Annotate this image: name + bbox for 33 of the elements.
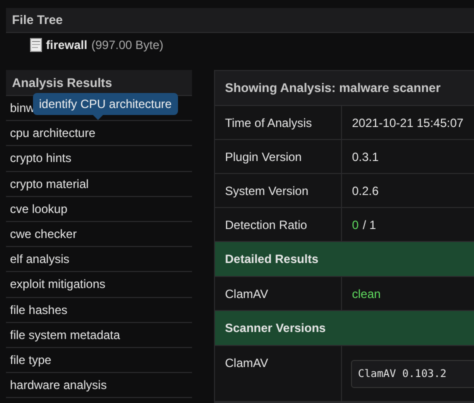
- detection-count: 0: [352, 218, 359, 232]
- detection-total: / 1: [362, 218, 376, 232]
- row-label: Time of Analysis: [215, 106, 342, 139]
- panel-header: Showing Analysis: malware scanner: [215, 71, 474, 106]
- analysis-item[interactable]: hardware analysis: [6, 373, 192, 398]
- tooltip-arrow: [93, 115, 103, 120]
- analysis-item[interactable]: elf analysis: [6, 247, 192, 272]
- panel-header: Analysis Results: [6, 70, 192, 96]
- row-value: 0.3.1: [351, 148, 380, 166]
- section-header: Detailed Results: [215, 242, 474, 277]
- analysis-item[interactable]: cve lookup: [6, 196, 192, 222]
- version-code: ClamAV 0.103.2: [351, 360, 474, 388]
- analysis-item[interactable]: cwe checker: [6, 222, 192, 248]
- analysis-item[interactable]: crypto hints: [6, 146, 192, 172]
- file-icon: [30, 38, 42, 52]
- file-size: (997.00 Byte): [91, 38, 164, 52]
- row-label: Detection Ratio: [215, 208, 342, 241]
- row-label: System Version: [215, 174, 342, 207]
- row-value: 0.2.6: [351, 182, 380, 200]
- panel-header: File Tree: [6, 8, 474, 33]
- analysis-item[interactable]: cpu architecture: [6, 121, 192, 146]
- section-header: Scanner Versions: [215, 311, 474, 346]
- row-label: Plugin Version: [215, 140, 342, 173]
- file-name[interactable]: firewall: [46, 38, 88, 52]
- analysis-item[interactable]: file system metadata: [6, 322, 192, 348]
- scan-result: clean: [351, 286, 382, 302]
- analysis-item[interactable]: file hashes: [6, 298, 192, 323]
- row-label: ClamAV: [215, 346, 342, 401]
- analysis-item[interactable]: file type: [6, 348, 192, 374]
- analysis-item[interactable]: exploit mitigations: [6, 272, 192, 298]
- row-label: ClamAV: [215, 277, 342, 310]
- row-value: 2021-10-21 15:45:07: [351, 114, 464, 132]
- analysis-item[interactable]: crypto material: [6, 172, 192, 197]
